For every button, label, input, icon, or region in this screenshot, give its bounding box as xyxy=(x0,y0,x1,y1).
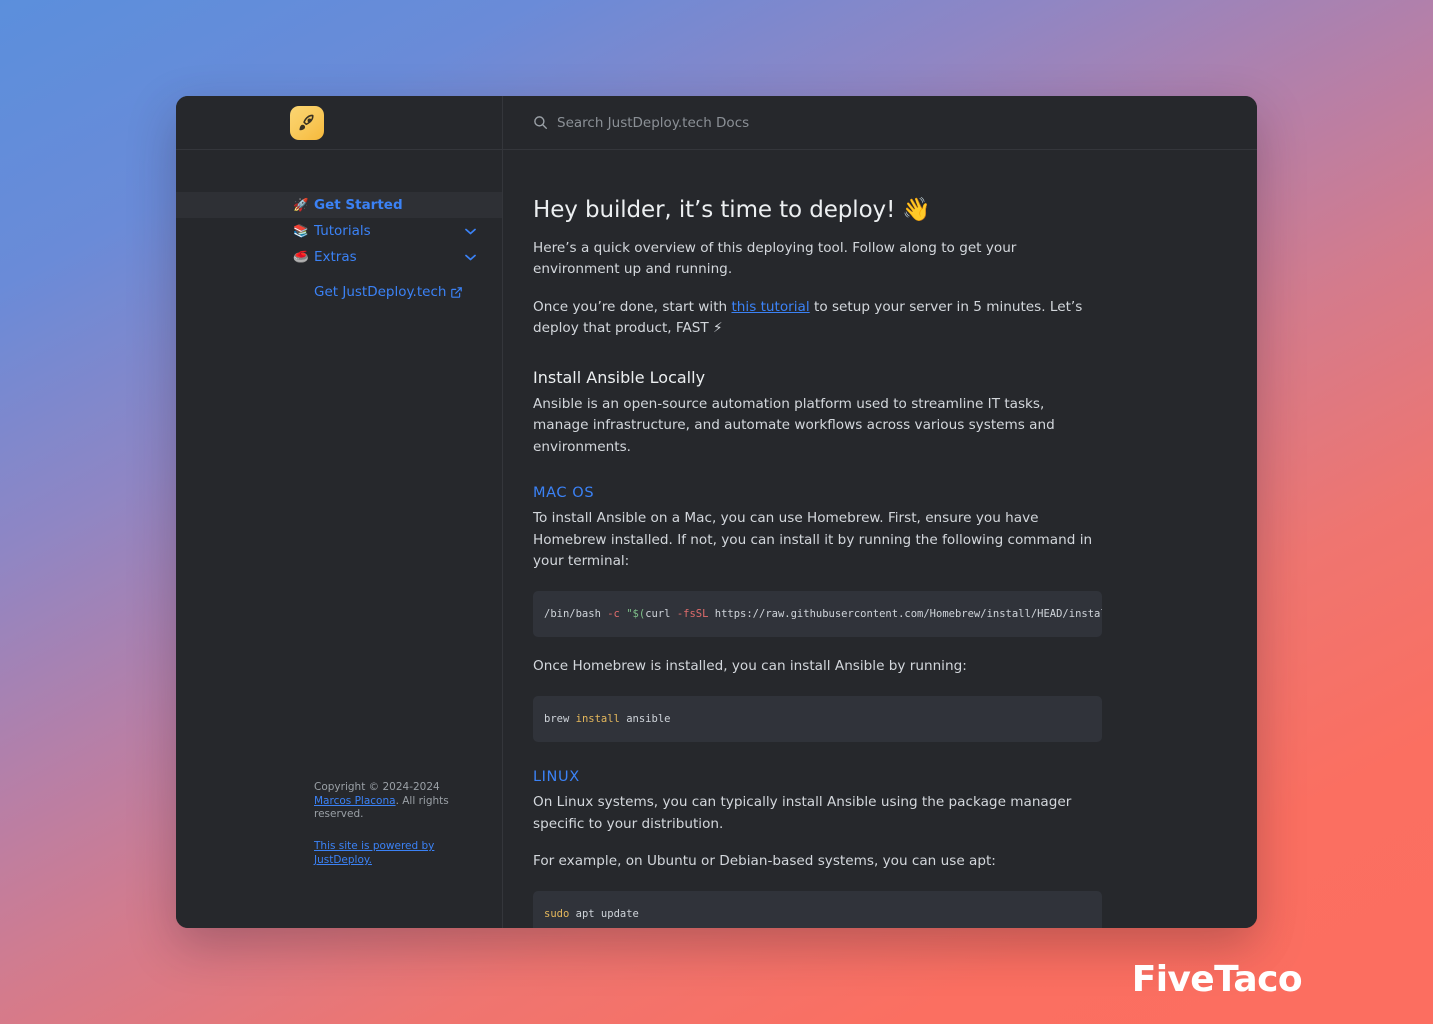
chevron-down-icon[interactable] xyxy=(465,252,476,263)
sidebar-footer: Copyright © 2024-2024 Marcos Placona. Al… xyxy=(314,781,479,868)
code-token: brew xyxy=(544,712,570,725)
tutorial-link[interactable]: this tutorial xyxy=(731,299,809,315)
subsection-heading-linux: LINUX xyxy=(533,769,580,786)
doc-content: Hey builder, it’s time to deploy! 👋 Here… xyxy=(503,150,1257,928)
code-token: /bin/bash xyxy=(544,607,601,620)
code-token: https://raw.githubusercontent.com/Homebr… xyxy=(714,607,1102,620)
author-link[interactable]: Marcos Placona xyxy=(314,795,396,807)
powered-by-link[interactable]: This site is powered by JustDeploy. xyxy=(314,840,434,866)
copyright-text: Copyright © 2024-2024 Marcos Placona. Al… xyxy=(314,781,479,823)
copyright-prefix: Copyright © 2024-2024 xyxy=(314,780,440,793)
sidebar-header xyxy=(176,96,502,150)
sidebar-item-label: Get Started xyxy=(314,197,403,213)
code-token: update xyxy=(600,907,639,920)
tutorial-text-before: Once you’re done, start with xyxy=(533,298,732,315)
code-token: install xyxy=(575,712,620,725)
books-icon: 📚 xyxy=(293,222,309,238)
code-block-homebrew-install[interactable]: /bin/bash -c "$(curl -fsSL https://raw.g… xyxy=(533,590,1102,638)
sidebar-item-label: Tutorials xyxy=(314,223,371,239)
burrito-icon: 🥌 xyxy=(293,248,309,264)
page-title: Hey builder, it’s time to deploy! 👋 xyxy=(533,197,931,223)
section-heading-install-ansible: Install Ansible Locally xyxy=(533,367,706,387)
search-bar[interactable]: Search JustDeploy.tech Docs xyxy=(503,96,1257,150)
subsection-heading-macos: MAC OS xyxy=(533,485,595,502)
sidebar-item-label: Extras xyxy=(314,249,357,265)
code-token: apt xyxy=(575,907,595,920)
intro-paragraph: Here’s a quick overview of this deployin… xyxy=(533,240,1017,278)
linux-body: On Linux systems, you can typically inst… xyxy=(533,794,1072,832)
code-block-apt-install[interactable]: sudo apt update sudo apt install ansible xyxy=(533,890,1102,928)
search-icon xyxy=(533,115,548,130)
main-panel: Search JustDeploy.tech Docs Hey builder,… xyxy=(503,96,1257,928)
external-link-icon xyxy=(451,286,463,298)
search-input[interactable]: Search JustDeploy.tech Docs xyxy=(557,115,749,131)
sidebar-external-link[interactable]: Get JustDeploy.tech xyxy=(176,279,502,305)
code-token: -c xyxy=(607,607,620,620)
fivetaco-watermark: FiveTaco xyxy=(1131,959,1303,1000)
sidebar: 🚀 Get Started 📚 Tutorials 🥌 Extras Get J… xyxy=(176,96,503,928)
sidebar-item-get-started[interactable]: 🚀 Get Started xyxy=(176,192,502,218)
rocket-logo-icon[interactable] xyxy=(290,105,324,140)
linux-body-2: For example, on Ubuntu or Debian-based s… xyxy=(533,853,996,870)
code-block-brew-install-ansible[interactable]: brew install ansible xyxy=(533,695,1102,743)
sidebar-item-tutorials[interactable]: 📚 Tutorials xyxy=(176,218,502,244)
sidebar-item-extras[interactable]: 🥌 Extras xyxy=(176,244,502,270)
code-token: -fsSL xyxy=(676,607,709,620)
tutorial-paragraph: Once you’re done, start with this tutori… xyxy=(533,297,1102,340)
macos-body: To install Ansible on a Mac, you can use… xyxy=(533,510,1093,570)
code-token: curl xyxy=(645,607,671,620)
sidebar-nav: 🚀 Get Started 📚 Tutorials 🥌 Extras Get J… xyxy=(176,192,502,305)
powered-by-text: This site is powered by JustDeploy. xyxy=(314,840,479,868)
code-token: "$( xyxy=(626,607,646,620)
sidebar-external-label: Get JustDeploy.tech xyxy=(314,284,447,300)
app-window: 🚀 Get Started 📚 Tutorials 🥌 Extras Get J… xyxy=(176,96,1257,928)
macos-body-2: Once Homebrew is installed, you can inst… xyxy=(533,658,967,675)
chevron-down-icon[interactable] xyxy=(465,226,476,237)
rocket-icon: 🚀 xyxy=(293,196,309,212)
code-token: sudo xyxy=(544,907,570,920)
code-token: ansible xyxy=(626,712,671,725)
section-body: Ansible is an open-source automation pla… xyxy=(533,395,1055,455)
